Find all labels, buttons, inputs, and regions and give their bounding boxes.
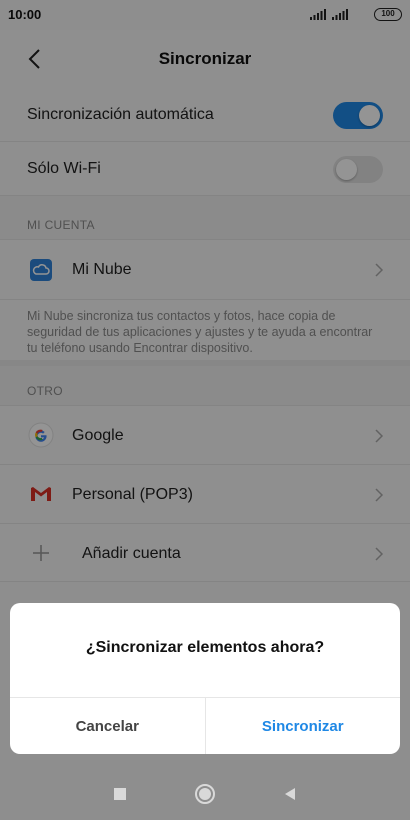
recent-apps-icon[interactable] — [110, 784, 130, 804]
navigation-bar — [0, 768, 410, 820]
dialog-title: ¿Sincronizar elementos ahora? — [85, 639, 325, 656]
home-icon[interactable] — [194, 783, 216, 805]
dialog-buttons: Cancelar Sincronizar — [10, 697, 400, 754]
sync-button[interactable]: Sincronizar — [206, 698, 401, 754]
cancel-button[interactable]: Cancelar — [10, 698, 206, 754]
back-nav-icon[interactable] — [280, 784, 300, 804]
sync-dialog: ¿Sincronizar elementos ahora? Cancelar S… — [10, 603, 400, 754]
